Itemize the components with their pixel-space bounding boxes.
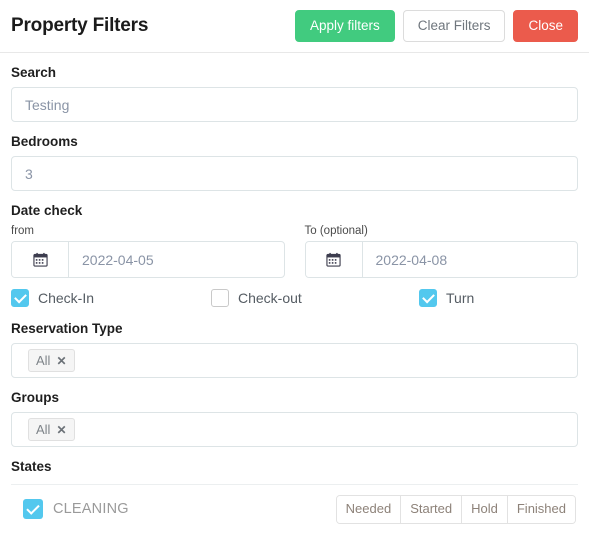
states-label: States (11, 459, 52, 474)
clear-filters-button[interactable]: Clear Filters (402, 10, 506, 42)
reservation-type-group: Reservation Type All ✕ (11, 321, 578, 378)
checkbox-check-in[interactable]: Check-In (11, 289, 211, 307)
date-row: from 2022-04-05 To (optional) 2022-04-08 (11, 225, 578, 278)
state-name: CLEANING (53, 501, 129, 518)
checkbox-turn[interactable]: Turn (411, 289, 578, 307)
chip-label: All (36, 422, 51, 437)
property-filters-panel: Property Filters Apply filters Clear Fil… (0, 0, 589, 559)
checkbox-box[interactable] (211, 289, 229, 307)
bedrooms-field-group: Bedrooms (11, 134, 578, 191)
close-icon[interactable]: ✕ (56, 355, 66, 367)
date-check-checkbox-row: Check-In Check-out Turn (11, 289, 578, 307)
chip[interactable]: All ✕ (28, 349, 75, 372)
date-to-input-group[interactable]: 2022-04-08 (304, 241, 578, 278)
panel-header: Property Filters Apply filters Clear Fil… (0, 0, 589, 53)
state-segment-group: Needed Started Hold Finished (335, 495, 576, 524)
table-row: CLEANING Needed Started Hold Finished (11, 495, 578, 524)
segment-needed[interactable]: Needed (336, 496, 402, 523)
states-divider (11, 484, 578, 485)
chip-label: All (36, 353, 51, 368)
header-actions: Apply filters Clear Filters Close (294, 10, 578, 42)
checkbox-label: Turn (446, 290, 475, 306)
date-check-label: Date check (11, 203, 83, 218)
close-icon[interactable]: ✕ (56, 424, 66, 436)
panel-body: Search Bedrooms Date check from (0, 53, 589, 524)
groups-group: Groups All ✕ (11, 390, 578, 447)
date-from-col: from 2022-04-05 (11, 225, 285, 278)
date-to-value[interactable]: 2022-04-08 (363, 242, 578, 277)
states-section: States CLEANING Needed Started Hold Fini… (11, 459, 578, 524)
date-from-input-group[interactable]: 2022-04-05 (11, 241, 285, 278)
checkbox-label: Check-In (38, 290, 95, 306)
date-check-group: Date check from 2022-04-05 To (optional)… (11, 203, 578, 307)
checkbox-box[interactable] (419, 289, 437, 307)
checkbox-label: Check-out (238, 290, 302, 306)
groups-select[interactable]: All ✕ (11, 412, 578, 447)
groups-label: Groups (11, 390, 60, 405)
search-field-group: Search (11, 65, 578, 122)
apply-filters-button[interactable]: Apply filters (294, 10, 395, 42)
segment-finished[interactable]: Finished (507, 496, 575, 523)
bedrooms-label: Bedrooms (11, 134, 78, 149)
date-to-col: To (optional) 2022-04-08 (304, 225, 578, 278)
close-button[interactable]: Close (513, 10, 578, 42)
search-label: Search (11, 65, 57, 80)
date-to-label: To (optional) (304, 225, 368, 237)
state-checkbox-cleaning[interactable] (23, 499, 43, 520)
reservation-type-select[interactable]: All ✕ (11, 343, 578, 378)
checkbox-box[interactable] (11, 289, 29, 307)
bedrooms-input[interactable] (11, 156, 578, 191)
reservation-type-label: Reservation Type (11, 321, 123, 336)
segment-hold[interactable]: Hold (462, 496, 508, 523)
chip[interactable]: All ✕ (28, 418, 75, 441)
page-title: Property Filters (11, 15, 149, 36)
checkbox-check-out[interactable]: Check-out (211, 289, 411, 307)
segment-started[interactable]: Started (401, 496, 463, 523)
state-row-left: CLEANING (23, 499, 129, 520)
calendar-icon[interactable] (12, 242, 69, 277)
search-input[interactable] (11, 87, 578, 122)
calendar-icon[interactable] (305, 242, 363, 277)
date-from-value[interactable]: 2022-04-05 (69, 242, 284, 277)
date-from-label: from (11, 225, 34, 237)
